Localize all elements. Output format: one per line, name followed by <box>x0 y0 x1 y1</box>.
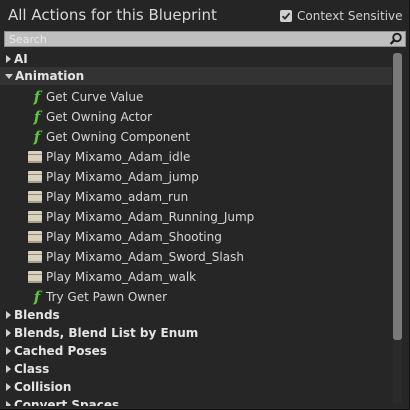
category-label: Convert Spaces <box>14 398 120 406</box>
function-icon: f <box>33 88 41 106</box>
animation-asset-icon <box>28 151 42 163</box>
category-label: Cached Poses <box>14 344 107 358</box>
function-icon: f <box>33 128 41 146</box>
expand-arrow-icon[interactable] <box>6 347 11 355</box>
action-label: Play Mixamo_Adam_idle <box>46 150 191 164</box>
expand-arrow-icon[interactable] <box>6 383 11 391</box>
context-sensitive-label: Context Sensitive <box>297 9 403 23</box>
context-sensitive-toggle[interactable]: Context Sensitive <box>280 8 409 24</box>
category-cached-poses[interactable]: Cached Poses <box>0 342 392 360</box>
menu-header: All Actions for this Blueprint Context S… <box>0 0 409 32</box>
category-class[interactable]: Class <box>0 360 392 378</box>
category-label: Class <box>14 362 50 376</box>
action-item-play-mixamo-adam-running-jump[interactable]: Play Mixamo_Adam_Running_Jump <box>0 207 392 227</box>
action-label: Get Owning Component <box>46 130 191 144</box>
blueprint-action-menu: All Actions for this Blueprint Context S… <box>0 0 410 410</box>
category-label: Animation <box>15 69 85 83</box>
animation-asset-icon <box>28 171 42 183</box>
function-icon: f <box>33 288 41 306</box>
search-input[interactable] <box>5 32 389 46</box>
checkmark-icon <box>281 12 291 20</box>
animation-asset-icon <box>28 211 42 223</box>
action-label: Play Mixamo_Adam_Sword_Slash <box>46 250 244 264</box>
action-item-get-owning-actor[interactable]: f Get Owning Actor <box>0 107 392 127</box>
menu-title: All Actions for this Blueprint <box>8 6 217 24</box>
action-item-get-owning-component[interactable]: f Get Owning Component <box>0 127 392 147</box>
category-ai[interactable]: AI <box>0 50 392 68</box>
category-blends[interactable]: Blends <box>0 306 392 324</box>
animation-asset-icon <box>28 271 42 283</box>
category-blends-blend-list-by-enum[interactable]: Blends, Blend List by Enum <box>0 324 392 342</box>
action-label: Get Owning Actor <box>46 110 153 124</box>
category-label: Blends, Blend List by Enum <box>14 326 199 340</box>
action-label: Play Mixamo_Adam_jump <box>46 170 199 184</box>
category-label: Blends <box>14 308 60 322</box>
action-label: Play Mixamo_Adam_Running_Jump <box>46 210 255 224</box>
action-label: Play Mixamo_Adam_walk <box>46 270 197 284</box>
action-item-play-mixamo-adam-idle[interactable]: Play Mixamo_Adam_idle <box>0 147 392 167</box>
search-box[interactable] <box>4 31 406 47</box>
scrollbar-thumb[interactable] <box>393 53 402 340</box>
expand-arrow-icon[interactable] <box>6 401 11 406</box>
animation-asset-icon <box>28 251 42 263</box>
action-item-play-mixamo-adam-shooting[interactable]: Play Mixamo_Adam_Shooting <box>0 227 392 247</box>
action-item-play-mixamo-adam-run[interactable]: Play Mixamo_adam_run <box>0 187 392 207</box>
animation-asset-icon <box>28 191 42 203</box>
category-label: AI <box>14 52 28 66</box>
category-animation[interactable]: Animation <box>0 67 392 85</box>
category-collision[interactable]: Collision <box>0 378 392 396</box>
category-convert-spaces[interactable]: Convert Spaces <box>0 396 392 406</box>
action-item-play-mixamo-adam-walk[interactable]: Play Mixamo_Adam_walk <box>0 267 392 287</box>
action-label: Get Curve Value <box>46 90 144 104</box>
action-item-play-mixamo-adam-sword-slash[interactable]: Play Mixamo_Adam_Sword_Slash <box>0 247 392 267</box>
category-label: Collision <box>14 380 72 394</box>
expand-arrow-icon[interactable] <box>6 55 11 63</box>
context-sensitive-checkbox[interactable] <box>280 10 292 22</box>
collapse-arrow-icon[interactable] <box>5 73 13 79</box>
expand-arrow-icon[interactable] <box>6 311 11 319</box>
action-tree: AI Animation f Get Curve Value f Get Own… <box>0 50 392 406</box>
search-icon[interactable] <box>389 32 403 46</box>
action-label: Try Get Pawn Owner <box>46 290 168 304</box>
animation-asset-icon <box>28 231 42 243</box>
function-icon: f <box>33 108 41 126</box>
expand-arrow-icon[interactable] <box>6 329 11 337</box>
action-item-play-mixamo-adam-jump[interactable]: Play Mixamo_Adam_jump <box>0 167 392 187</box>
expand-arrow-icon[interactable] <box>6 365 11 373</box>
action-item-get-curve-value[interactable]: f Get Curve Value <box>0 87 392 107</box>
action-item-try-get-pawn-owner[interactable]: f Try Get Pawn Owner <box>0 287 392 307</box>
action-label: Play Mixamo_Adam_Shooting <box>46 230 222 244</box>
action-label: Play Mixamo_adam_run <box>46 190 189 204</box>
